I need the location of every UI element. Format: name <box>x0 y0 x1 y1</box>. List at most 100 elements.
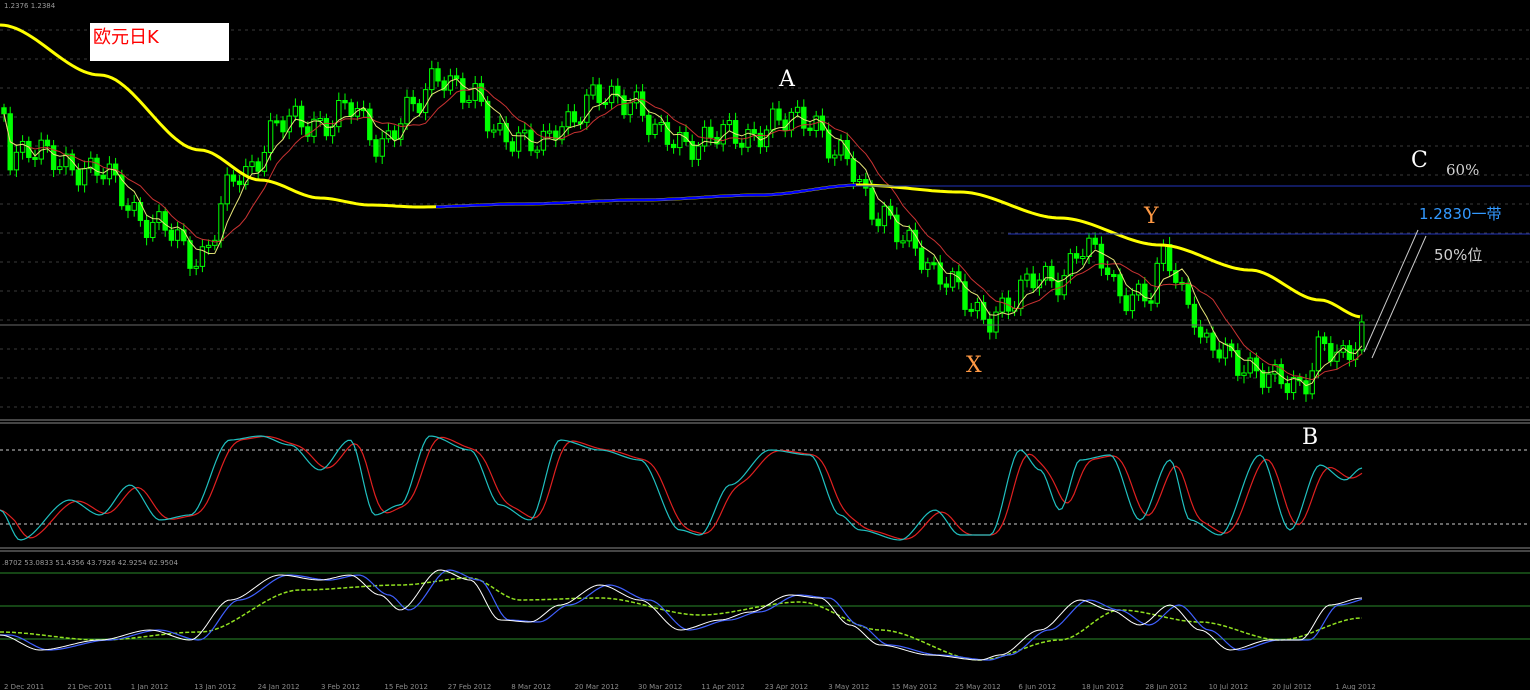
x-tick-label: 24 Jan 2012 <box>258 683 300 690</box>
candle-body <box>850 158 857 182</box>
x-axis-labels: 2 Dec 2011 21 Dec 2011 1 Jan 2012 13 Jan 20… <box>4 683 1376 690</box>
candle-body <box>435 68 441 82</box>
x-tick-label: 6 Jun 2012 <box>1018 683 1056 690</box>
level-1.2830-label: 1.2830一带 <box>1419 205 1502 223</box>
x-tick-label: 28 Jun 2012 <box>1145 683 1187 690</box>
candle-body <box>925 262 931 270</box>
candle-body <box>466 99 472 103</box>
chart-svg: .8702 53.0833 51.4356 43.7926 42.9254 62… <box>0 2 1530 690</box>
candle-body <box>596 84 602 103</box>
candle-body <box>373 139 379 157</box>
candle-body <box>931 262 937 266</box>
candle-body <box>652 123 658 135</box>
candle-body <box>1284 383 1291 394</box>
candle-body <box>94 157 100 176</box>
candle-body <box>1086 237 1092 257</box>
candle-body <box>391 130 398 140</box>
candle-body <box>509 141 516 152</box>
candle-body <box>565 111 571 128</box>
candle-body <box>1303 380 1309 395</box>
candle-body <box>999 297 1005 313</box>
candle-body <box>540 130 547 151</box>
candle-body <box>329 126 336 137</box>
candle-body <box>1123 295 1129 312</box>
candle-body <box>522 129 528 134</box>
candle-body <box>205 244 212 248</box>
candle-body <box>1111 274 1117 278</box>
x-tick-label: 11 Apr 2012 <box>701 683 744 690</box>
fib-50-label: 50%位 <box>1434 246 1482 264</box>
label-B: B <box>1302 425 1318 450</box>
candle-body <box>484 100 491 132</box>
candle-body <box>1210 332 1216 351</box>
candle-body <box>1067 253 1074 277</box>
candle-body <box>286 115 292 133</box>
candle-body <box>900 240 906 244</box>
candle-body <box>534 149 540 153</box>
candle-body <box>1266 373 1272 388</box>
price-levels <box>0 185 1530 359</box>
candle-body <box>187 240 193 269</box>
candle-body <box>875 218 881 227</box>
candle-body <box>1142 283 1148 302</box>
x-tick-label: 27 Feb 2012 <box>448 683 492 690</box>
candle-body <box>1315 336 1322 372</box>
candle-body <box>1204 332 1210 338</box>
candle-body <box>342 100 348 104</box>
grid <box>0 29 1530 552</box>
candle-body <box>274 120 280 124</box>
x-tick-label: 21 Dec 2011 <box>67 683 112 690</box>
candle-body <box>81 168 88 186</box>
candle-body <box>57 166 63 171</box>
candle-body <box>224 174 230 205</box>
ma-mid-line <box>3 86 1363 381</box>
candle-body <box>19 140 26 153</box>
candle-body <box>453 75 460 80</box>
candle-body <box>404 96 410 125</box>
projection-line-2 <box>1371 235 1427 359</box>
ma-short-line <box>3 78 1363 387</box>
candle-body <box>832 154 838 159</box>
candle-body <box>143 219 150 238</box>
candle-body <box>236 180 243 186</box>
candle-body <box>739 142 745 148</box>
candle-body <box>174 229 181 241</box>
candle-body <box>131 202 137 211</box>
candle-body <box>968 308 974 312</box>
candle-body <box>1129 294 1136 312</box>
candle-body <box>1098 243 1105 269</box>
candle-body <box>193 265 199 269</box>
candle-body <box>974 301 981 312</box>
candle-body <box>1148 300 1154 304</box>
label-C: C <box>1411 148 1428 173</box>
candle-body <box>701 126 708 147</box>
candle-body <box>249 161 255 168</box>
candle-body <box>1166 244 1173 272</box>
candle-body <box>788 111 795 131</box>
candle-body <box>751 129 757 134</box>
candle-body <box>416 103 423 114</box>
candle-body <box>497 122 503 131</box>
candle-body <box>75 169 82 186</box>
candle-body <box>918 247 925 270</box>
oscillator-panel: .8702 53.0833 51.4356 43.7926 42.9254 62… <box>0 559 1530 661</box>
candle-body <box>1104 267 1111 276</box>
candle-body <box>280 120 286 133</box>
header-values: 1.2376 1.2384 <box>4 2 56 10</box>
candle-body <box>670 143 677 149</box>
x-tick-label: 3 Feb 2012 <box>321 683 360 690</box>
x-tick-label: 15 May 2012 <box>892 683 938 690</box>
candle-body <box>906 229 912 242</box>
candle-body <box>317 118 323 122</box>
candle-body <box>13 151 20 171</box>
candles <box>1 60 1365 402</box>
osc-white-line <box>0 569 1363 661</box>
indicator-values: .8702 53.0833 51.4356 43.7926 42.9254 62… <box>2 559 178 567</box>
x-tick-label: 20 Mar 2012 <box>575 683 619 690</box>
candle-body <box>571 111 578 123</box>
candle-body <box>1185 282 1191 305</box>
candle-body <box>230 174 237 182</box>
label-Y: Y <box>1143 204 1159 229</box>
candle-body <box>106 163 113 180</box>
candle-body <box>379 138 385 157</box>
